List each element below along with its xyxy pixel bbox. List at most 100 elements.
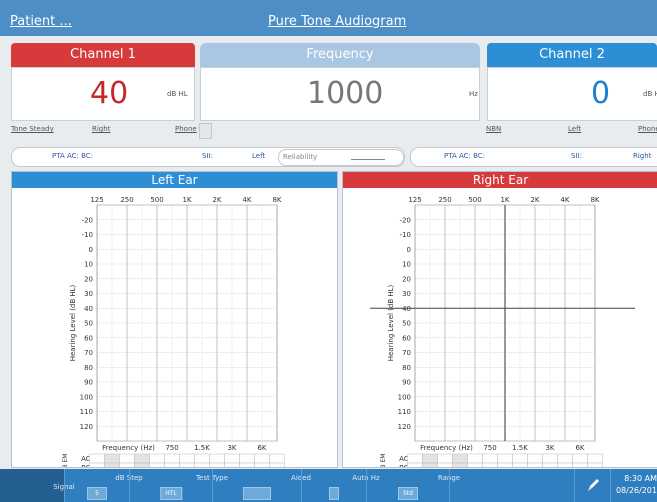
- page-title[interactable]: Pure Tone Audiogram: [268, 14, 406, 29]
- right-em-cell[interactable]: [512, 453, 528, 464]
- left-em-cell[interactable]: [194, 453, 210, 464]
- right-freq-bottom-tick: 6K: [575, 444, 584, 452]
- range-value[interactable]: Std: [398, 487, 418, 500]
- right-em-cell[interactable]: [482, 462, 498, 467]
- auto-hz-checkbox[interactable]: [329, 487, 339, 500]
- reliability-placeholder: Reliability: [283, 153, 318, 161]
- right-em-cell[interactable]: [542, 453, 558, 464]
- patient-link[interactable]: Patient ...: [10, 14, 72, 29]
- right-x-tick: 4K: [560, 196, 569, 204]
- channel2-level-display[interactable]: 0 dB HL: [487, 67, 657, 121]
- db-step-control[interactable]: dB Step 5: [65, 469, 143, 502]
- test-type-control[interactable]: Test Type HTL: [130, 469, 228, 502]
- right-em-cell[interactable]: [452, 453, 468, 464]
- left-y-tick: 30: [84, 290, 93, 298]
- left-em-cell[interactable]: [179, 453, 195, 464]
- aided-control[interactable]: Aided: [213, 469, 311, 502]
- left-em-cell[interactable]: [269, 453, 285, 464]
- channel1-level-display[interactable]: 40 dB HL: [11, 67, 195, 121]
- left-em-cell[interactable]: [179, 462, 195, 467]
- left-em-cell[interactable]: [239, 462, 255, 467]
- right-em-cell[interactable]: [452, 462, 468, 467]
- right-x-tick: 125: [408, 196, 421, 204]
- signal-button[interactable]: Signal: [0, 469, 75, 502]
- left-em-cell[interactable]: [119, 462, 135, 467]
- left-em-cell[interactable]: [164, 462, 180, 467]
- left-y-tick: 20: [84, 275, 93, 283]
- left-em-cell[interactable]: [89, 462, 105, 467]
- left-em-cell[interactable]: [254, 453, 270, 464]
- left-y-tick: -20: [82, 216, 93, 224]
- left-x-tick: 2K: [212, 196, 221, 204]
- right-em-cell[interactable]: [542, 462, 558, 467]
- right-em-cell[interactable]: [497, 462, 513, 467]
- left-em-cell[interactable]: [134, 453, 150, 464]
- right-x-tick: 1K: [500, 196, 509, 204]
- channel1-tone-selector[interactable]: Tone Steady: [11, 125, 54, 133]
- right-em-cell[interactable]: [572, 462, 588, 467]
- frequency-header[interactable]: Frequency: [200, 43, 480, 67]
- left-em-cell[interactable]: [194, 462, 210, 467]
- right-ear-panel: Right Ear -20-10010203040506070809010011…: [342, 171, 657, 468]
- right-em-cell[interactable]: [437, 453, 453, 464]
- right-em-cell[interactable]: [587, 462, 603, 467]
- channel2-ear-selector[interactable]: Left: [568, 125, 581, 133]
- right-freq-label: Frequency (Hz): [420, 444, 473, 452]
- channel1-transducer-selector[interactable]: Phone: [175, 125, 197, 133]
- right-em-cell[interactable]: [407, 462, 423, 467]
- right-ear-audiogram[interactable]: -20-100102030405060708090100110120125250…: [343, 188, 657, 467]
- channel2-header[interactable]: Channel 2: [487, 43, 657, 67]
- right-x-tick: 2K: [530, 196, 539, 204]
- right-pta: PTA AC: BC:: [444, 152, 486, 160]
- bottom-toolbar: Signal dB Step 5 Test Type HTL Aided Aut…: [0, 469, 657, 502]
- left-ear-audiogram[interactable]: -20 -10 0 10 20 30 40 50 60 70 80 90 100 110 120 125 250…: [12, 188, 337, 467]
- right-y-tick: 70: [402, 349, 411, 357]
- left-em-cell[interactable]: [239, 453, 255, 464]
- left-em-cell[interactable]: [149, 453, 165, 464]
- right-em-cell[interactable]: [527, 462, 543, 467]
- right-em-cell[interactable]: [557, 462, 573, 467]
- frequency-display[interactable]: 1000 Hz: [200, 67, 480, 121]
- right-em-cell[interactable]: [572, 453, 588, 464]
- left-em-cell[interactable]: [104, 453, 120, 464]
- channel2-transducer-selector[interactable]: Phone: [638, 125, 657, 133]
- right-em-cell[interactable]: [527, 453, 543, 464]
- auto-hz-control[interactable]: Auto Hz: [302, 469, 380, 502]
- reliability-field[interactable]: Reliability: [278, 149, 404, 166]
- range-control[interactable]: Range Std: [367, 469, 460, 502]
- left-freq-bottom-tick: 3K: [227, 444, 236, 452]
- left-em-cell[interactable]: [164, 453, 180, 464]
- right-em-cell[interactable]: [422, 453, 438, 464]
- right-em-cell[interactable]: [407, 453, 423, 464]
- test-type-value[interactable]: HTL: [160, 487, 182, 500]
- left-em-cell[interactable]: [89, 453, 105, 464]
- right-em-cell[interactable]: [437, 462, 453, 467]
- channel2-masking-selector[interactable]: NBN: [486, 125, 501, 133]
- channel1-ear-selector[interactable]: Right: [92, 125, 110, 133]
- right-y-tick: 10: [402, 261, 411, 269]
- channel-link-toggle[interactable]: [199, 123, 212, 139]
- left-em-cell[interactable]: [104, 462, 120, 467]
- left-y-label: Hearing Level (dB HL): [69, 284, 77, 361]
- pen-icon[interactable]: [586, 477, 600, 493]
- right-em-cell[interactable]: [587, 453, 603, 464]
- left-em-cell[interactable]: [209, 462, 225, 467]
- right-em-cell[interactable]: [497, 453, 513, 464]
- left-em-cell[interactable]: [209, 453, 225, 464]
- right-em-cell[interactable]: [512, 462, 528, 467]
- right-em-cell[interactable]: [467, 453, 483, 464]
- left-em-cell[interactable]: [119, 453, 135, 464]
- left-em-cell[interactable]: [254, 462, 270, 467]
- left-em-cell[interactable]: [269, 462, 285, 467]
- left-em-cell[interactable]: [224, 453, 240, 464]
- aided-value[interactable]: [243, 487, 271, 500]
- left-em-cell[interactable]: [134, 462, 150, 467]
- right-em-cell[interactable]: [467, 462, 483, 467]
- left-em-cell[interactable]: [149, 462, 165, 467]
- right-em-cell[interactable]: [482, 453, 498, 464]
- right-em-cell[interactable]: [422, 462, 438, 467]
- right-em-cell[interactable]: [557, 453, 573, 464]
- left-em-cell[interactable]: [224, 462, 240, 467]
- db-step-value[interactable]: 5: [87, 487, 107, 500]
- channel1-header[interactable]: Channel 1: [11, 43, 195, 67]
